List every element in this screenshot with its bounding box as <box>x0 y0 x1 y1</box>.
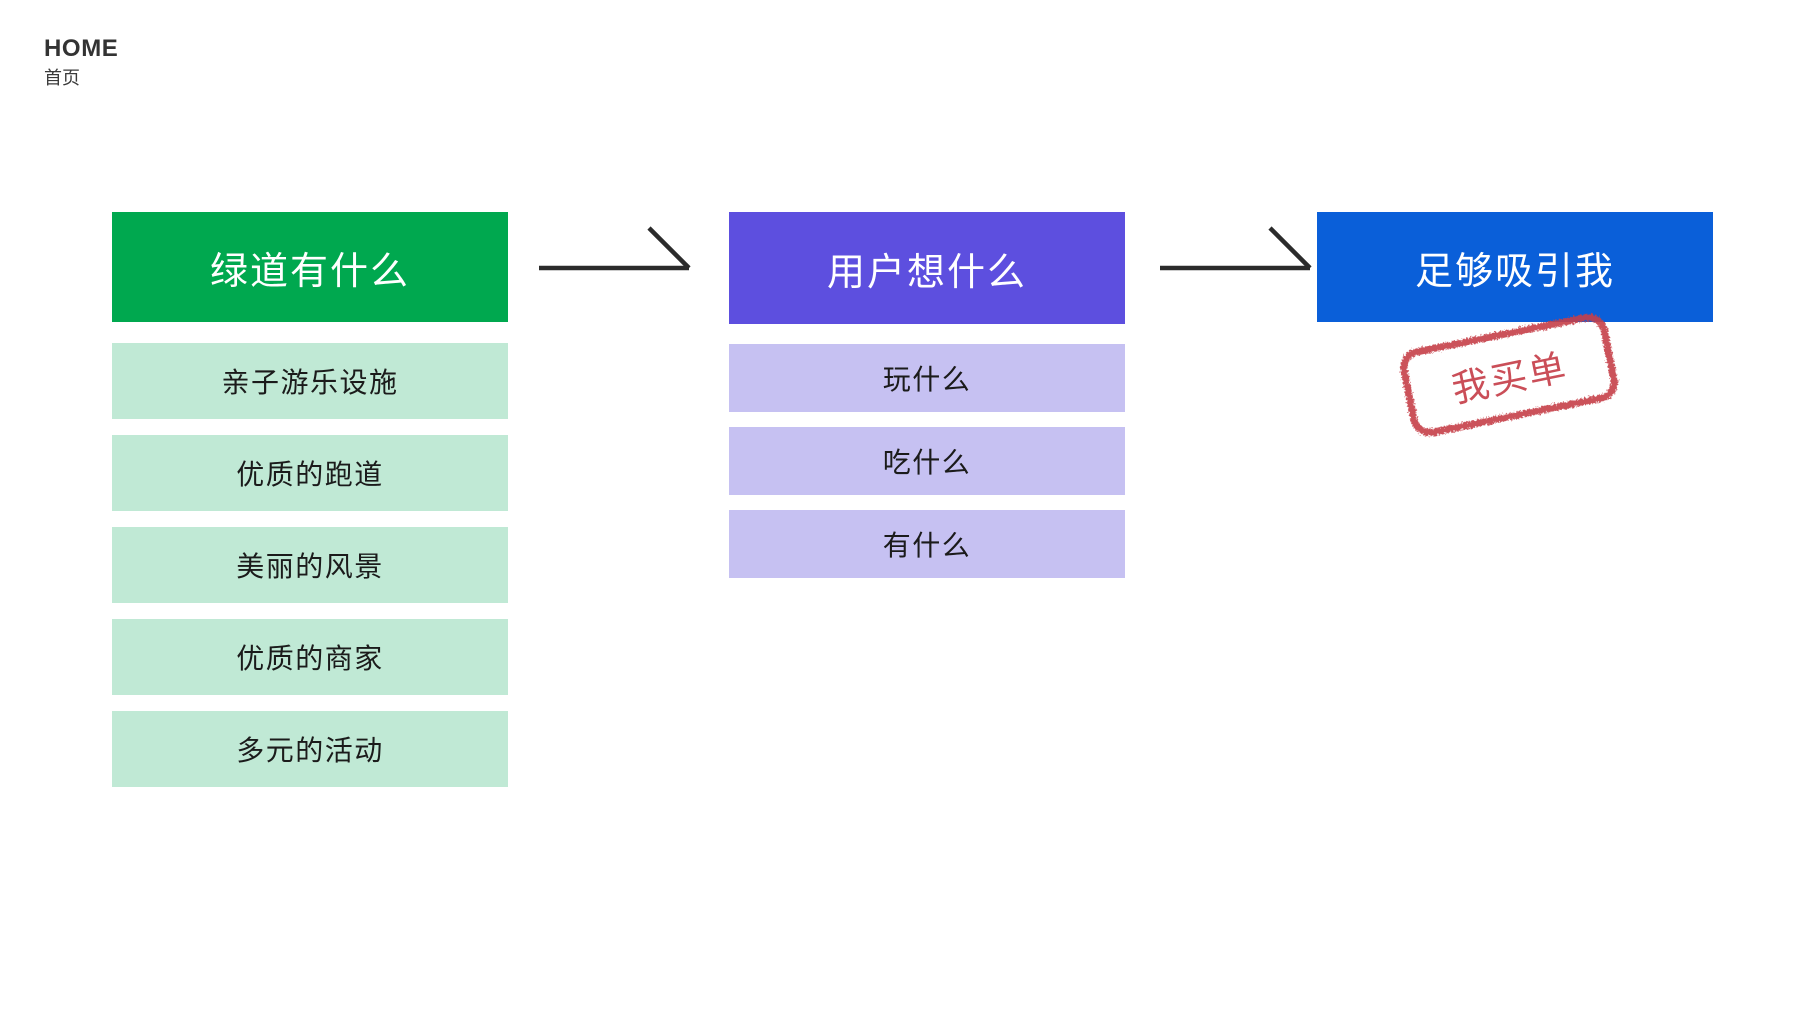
flow-column-user-wants: 用户想什么 玩什么 吃什么 有什么 <box>729 212 1125 593</box>
list-item[interactable]: 有什么 <box>729 510 1125 578</box>
list-item[interactable]: 优质的跑道 <box>112 435 508 511</box>
column-items-user-wants: 玩什么 吃什么 有什么 <box>729 344 1125 578</box>
column-header-user-wants[interactable]: 用户想什么 <box>729 212 1125 324</box>
list-item[interactable]: 多元的活动 <box>112 711 508 787</box>
flow-diagram: 绿道有什么 亲子游乐设施 优质的跑道 美丽的风景 优质的商家 多元的活动 用户想… <box>0 0 1800 1013</box>
column-header-greenway[interactable]: 绿道有什么 <box>112 212 508 322</box>
arrow-green-to-purple-icon <box>537 226 697 281</box>
column-header-attractive[interactable]: 足够吸引我 <box>1317 212 1713 322</box>
arrow-purple-to-blue-icon <box>1158 226 1318 281</box>
column-items-greenway: 亲子游乐设施 优质的跑道 美丽的风景 优质的商家 多元的活动 <box>112 343 508 787</box>
flow-column-greenway: 绿道有什么 亲子游乐设施 优质的跑道 美丽的风景 优质的商家 多元的活动 <box>112 212 508 803</box>
list-item[interactable]: 美丽的风景 <box>112 527 508 603</box>
list-item[interactable]: 亲子游乐设施 <box>112 343 508 419</box>
stamp-label: 我买单 <box>1448 346 1572 411</box>
approval-stamp: 我买单 <box>1393 306 1626 444</box>
flow-column-attractive: 足够吸引我 <box>1317 212 1713 322</box>
list-item[interactable]: 吃什么 <box>729 427 1125 495</box>
list-item[interactable]: 优质的商家 <box>112 619 508 695</box>
list-item[interactable]: 玩什么 <box>729 344 1125 412</box>
